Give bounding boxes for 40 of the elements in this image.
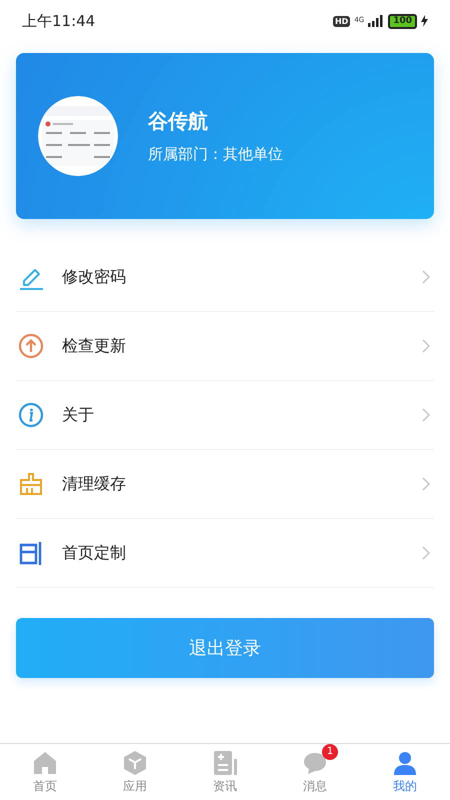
signal-icon [368, 15, 384, 27]
chevron-right-icon [422, 339, 430, 353]
menu-label: 关于 [62, 404, 95, 426]
status-time: 上午11:44 [22, 12, 96, 30]
chevron-right-icon [422, 477, 430, 491]
tab-item[interactable]: 1 消息 [270, 744, 360, 800]
battery-indicator: 100 [388, 14, 417, 28]
tab-label: 我的 [393, 778, 417, 794]
layout-icon [18, 540, 44, 566]
home-icon [32, 750, 58, 776]
hd-badge: HD [332, 16, 350, 26]
chevron-right-icon [422, 408, 430, 422]
tab-label: 应用 [123, 778, 147, 794]
tab-item[interactable]: 首页 [0, 744, 90, 800]
chevron-right-icon [422, 270, 430, 284]
user-name: 谷传航 [148, 108, 209, 135]
department-label: 所属部门：其他单位 [148, 145, 283, 164]
menu-label: 检查更新 [62, 336, 127, 356]
menu-item[interactable]: 关于 [16, 381, 434, 450]
menu-label: 修改密码 [62, 266, 127, 288]
tab-label: 消息 [303, 778, 327, 794]
tab-item[interactable]: 我的 [360, 744, 450, 800]
cube-icon [122, 750, 148, 776]
tab-label: 首页 [33, 778, 57, 794]
menu-item[interactable]: 修改密码 [16, 243, 434, 312]
logout-button[interactable]: 退出登录 [16, 618, 434, 678]
unread-badge: 1 [322, 744, 338, 760]
broom-icon [18, 471, 44, 497]
tab-item[interactable]: 应用 [90, 744, 180, 800]
tab-label: 资讯 [213, 778, 237, 794]
info-icon [18, 402, 44, 428]
person-icon [392, 750, 418, 776]
menu-label: 首页定制 [62, 542, 127, 564]
tab-item[interactable]: 资讯 [180, 744, 270, 800]
menu-item[interactable]: 首页定制 [16, 519, 434, 588]
chevron-right-icon [422, 546, 430, 560]
menu-label: 清理缓存 [62, 474, 127, 494]
document-icon [212, 750, 238, 776]
menu-item[interactable]: 清理缓存 [16, 450, 434, 519]
menu-item[interactable]: 检查更新 [16, 312, 434, 381]
